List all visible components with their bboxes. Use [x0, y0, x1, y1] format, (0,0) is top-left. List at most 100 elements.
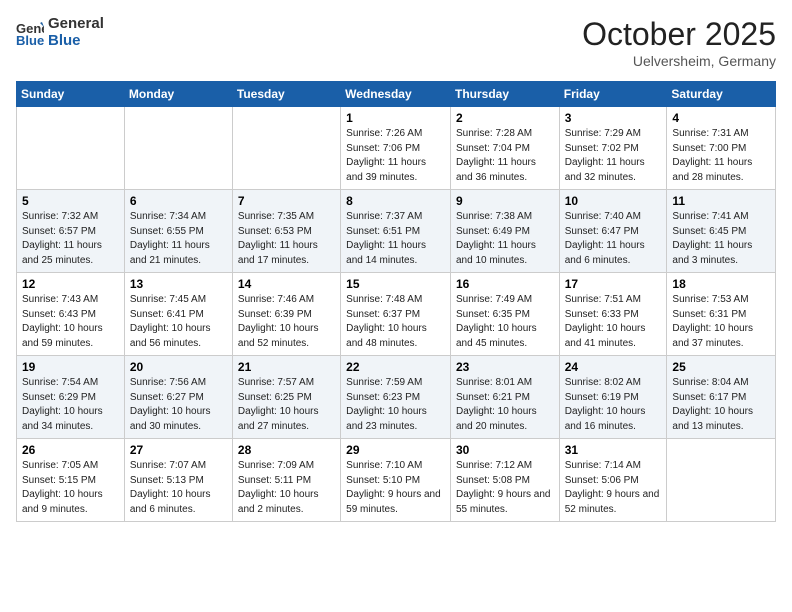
- calendar-cell: 25Sunrise: 8:04 AM Sunset: 6:17 PM Dayli…: [667, 356, 776, 439]
- day-number: 8: [346, 194, 445, 208]
- day-number: 31: [565, 443, 662, 457]
- calendar-cell: [17, 107, 125, 190]
- day-number: 11: [672, 194, 770, 208]
- week-row-3: 12 Sunrise: 7:43 AM Sunset: 6:43 PM Dayli…: [17, 273, 776, 356]
- day-info: Sunrise: 7:53 AM Sunset: 6:31 PM Dayligh…: [672, 293, 770, 351]
- calendar-cell: 18 Sunrise: 7:53 AM Sunset: 6:31 PM Dayli…: [667, 273, 776, 356]
- day-number: 23: [456, 360, 554, 374]
- calendar-cell: 3Sunrise: 7:29 AM Sunset: 7:02 PM Daylig…: [559, 107, 667, 190]
- day-number: 1: [346, 111, 445, 125]
- day-number: 25: [672, 360, 770, 374]
- day-info: Sunrise: 7:12 AM Sunset: 5:08 PM Dayligh…: [456, 459, 554, 517]
- day-info: Sunrise: 7:48 AM Sunset: 6:37 PM Dayligh…: [346, 293, 445, 351]
- day-number: 17: [565, 277, 662, 291]
- page-header: General Blue General Blue October 2025 U…: [16, 16, 776, 69]
- day-number: 2: [456, 111, 554, 125]
- day-info: Sunrise: 7:31 AM Sunset: 7:00 PM Dayligh…: [672, 127, 770, 185]
- day-info: Sunrise: 7:35 AM Sunset: 6:53 PM Dayligh…: [238, 210, 335, 268]
- day-info: Sunrise: 7:43 AM Sunset: 6:43 PM Dayligh…: [22, 293, 119, 351]
- day-info: Sunrise: 7:28 AM Sunset: 7:04 PM Dayligh…: [456, 127, 554, 185]
- calendar-cell: 12 Sunrise: 7:43 AM Sunset: 6:43 PM Dayli…: [17, 273, 125, 356]
- calendar-cell: 14Sunrise: 7:46 AM Sunset: 6:39 PM Dayli…: [232, 273, 340, 356]
- day-number: 6: [130, 194, 227, 208]
- calendar-cell: 20Sunrise: 7:56 AM Sunset: 6:27 PM Dayli…: [124, 356, 232, 439]
- day-info: Sunrise: 7:40 AM Sunset: 6:47 PM Dayligh…: [565, 210, 662, 268]
- logo: General Blue General Blue: [16, 16, 104, 49]
- day-number: 30: [456, 443, 554, 457]
- day-number: 10: [565, 194, 662, 208]
- day-info: Sunrise: 7:57 AM Sunset: 6:25 PM Dayligh…: [238, 376, 335, 434]
- day-number: 29: [346, 443, 445, 457]
- calendar-cell: 4 Sunrise: 7:31 AM Sunset: 7:00 PM Daylig…: [667, 107, 776, 190]
- calendar-cell: 19Sunrise: 7:54 AM Sunset: 6:29 PM Dayli…: [17, 356, 125, 439]
- logo-icon: General Blue: [16, 19, 44, 47]
- weekday-header-wednesday: Wednesday: [341, 82, 451, 107]
- day-number: 22: [346, 360, 445, 374]
- calendar-cell: 21 Sunrise: 7:57 AM Sunset: 6:25 PM Dayli…: [232, 356, 340, 439]
- day-number: 26: [22, 443, 119, 457]
- day-number: 5: [22, 194, 119, 208]
- weekday-header-saturday: Saturday: [667, 82, 776, 107]
- calendar-cell: 26 Sunrise: 7:05 AM Sunset: 5:15 PM Dayli…: [17, 439, 125, 522]
- calendar-cell: 7 Sunrise: 7:35 AM Sunset: 6:53 PM Daylig…: [232, 190, 340, 273]
- logo-general: General: [48, 16, 104, 33]
- calendar-cell: [232, 107, 340, 190]
- calendar-cell: 2 Sunrise: 7:28 AM Sunset: 7:04 PM Daylig…: [450, 107, 559, 190]
- calendar-cell: 10 Sunrise: 7:40 AM Sunset: 6:47 PM Dayli…: [559, 190, 667, 273]
- day-info: Sunrise: 7:51 AM Sunset: 6:33 PM Dayligh…: [565, 293, 662, 351]
- day-number: 19: [22, 360, 119, 374]
- week-row-4: 19Sunrise: 7:54 AM Sunset: 6:29 PM Dayli…: [17, 356, 776, 439]
- day-number: 14: [238, 277, 335, 291]
- weekday-header-thursday: Thursday: [450, 82, 559, 107]
- calendar-table: SundayMondayTuesdayWednesdayThursdayFrid…: [16, 81, 776, 522]
- day-number: 20: [130, 360, 227, 374]
- day-number: 28: [238, 443, 335, 457]
- calendar-cell: 1 Sunrise: 7:26 AM Sunset: 7:06 PM Daylig…: [341, 107, 451, 190]
- day-info: Sunrise: 7:10 AM Sunset: 5:10 PM Dayligh…: [346, 459, 445, 517]
- day-number: 24: [565, 360, 662, 374]
- week-row-2: 5 Sunrise: 7:32 AM Sunset: 6:57 PM Daylig…: [17, 190, 776, 273]
- day-info: Sunrise: 7:05 AM Sunset: 5:15 PM Dayligh…: [22, 459, 119, 517]
- calendar-cell: 31 Sunrise: 7:14 AM Sunset: 5:06 PM Dayli…: [559, 439, 667, 522]
- day-number: 21: [238, 360, 335, 374]
- calendar-cell: 30 Sunrise: 7:12 AM Sunset: 5:08 PM Dayli…: [450, 439, 559, 522]
- week-row-5: 26 Sunrise: 7:05 AM Sunset: 5:15 PM Dayli…: [17, 439, 776, 522]
- day-number: 27: [130, 443, 227, 457]
- svg-text:Blue: Blue: [16, 33, 44, 47]
- calendar-cell: 11Sunrise: 7:41 AM Sunset: 6:45 PM Dayli…: [667, 190, 776, 273]
- day-number: 13: [130, 277, 227, 291]
- day-info: Sunrise: 7:29 AM Sunset: 7:02 PM Dayligh…: [565, 127, 662, 185]
- weekday-header-tuesday: Tuesday: [232, 82, 340, 107]
- weekday-header-friday: Friday: [559, 82, 667, 107]
- day-number: 4: [672, 111, 770, 125]
- location: Uelversheim, Germany: [582, 53, 776, 69]
- day-number: 15: [346, 277, 445, 291]
- logo-blue: Blue: [48, 33, 104, 50]
- day-info: Sunrise: 7:07 AM Sunset: 5:13 PM Dayligh…: [130, 459, 227, 517]
- calendar-cell: 5 Sunrise: 7:32 AM Sunset: 6:57 PM Daylig…: [17, 190, 125, 273]
- day-number: 16: [456, 277, 554, 291]
- day-info: Sunrise: 7:09 AM Sunset: 5:11 PM Dayligh…: [238, 459, 335, 517]
- weekday-header-row: SundayMondayTuesdayWednesdayThursdayFrid…: [17, 82, 776, 107]
- day-info: Sunrise: 7:37 AM Sunset: 6:51 PM Dayligh…: [346, 210, 445, 268]
- day-info: Sunrise: 7:34 AM Sunset: 6:55 PM Dayligh…: [130, 210, 227, 268]
- weekday-header-sunday: Sunday: [17, 82, 125, 107]
- day-number: 18: [672, 277, 770, 291]
- day-info: Sunrise: 7:32 AM Sunset: 6:57 PM Dayligh…: [22, 210, 119, 268]
- weekday-header-monday: Monday: [124, 82, 232, 107]
- day-number: 7: [238, 194, 335, 208]
- title-block: October 2025 Uelversheim, Germany: [582, 16, 776, 69]
- calendar-cell: [124, 107, 232, 190]
- day-info: Sunrise: 7:14 AM Sunset: 5:06 PM Dayligh…: [565, 459, 662, 517]
- day-info: Sunrise: 7:26 AM Sunset: 7:06 PM Dayligh…: [346, 127, 445, 185]
- calendar-cell: 23Sunrise: 8:01 AM Sunset: 6:21 PM Dayli…: [450, 356, 559, 439]
- calendar-cell: 8 Sunrise: 7:37 AM Sunset: 6:51 PM Daylig…: [341, 190, 451, 273]
- calendar-cell: 16 Sunrise: 7:49 AM Sunset: 6:35 PM Dayli…: [450, 273, 559, 356]
- day-info: Sunrise: 7:49 AM Sunset: 6:35 PM Dayligh…: [456, 293, 554, 351]
- calendar-cell: 29 Sunrise: 7:10 AM Sunset: 5:10 PM Dayli…: [341, 439, 451, 522]
- month-title: October 2025: [582, 16, 776, 53]
- calendar-cell: 24Sunrise: 8:02 AM Sunset: 6:19 PM Dayli…: [559, 356, 667, 439]
- day-info: Sunrise: 7:38 AM Sunset: 6:49 PM Dayligh…: [456, 210, 554, 268]
- day-number: 12: [22, 277, 119, 291]
- calendar-cell: 9Sunrise: 7:38 AM Sunset: 6:49 PM Daylig…: [450, 190, 559, 273]
